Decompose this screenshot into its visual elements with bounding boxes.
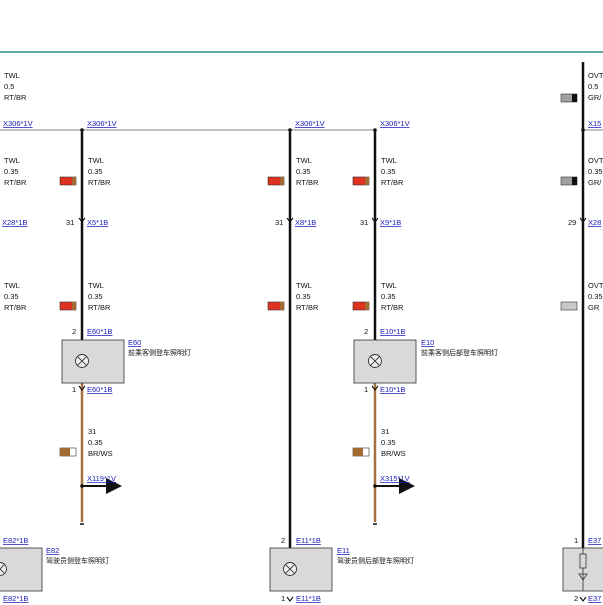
wire-label-group: TWL 0.35 RT/BR TWL 0.35 RT/BR TWL 0.35 R… xyxy=(4,281,603,312)
wire-name: TWL xyxy=(4,156,20,165)
wire-color: BR/WS xyxy=(381,449,406,458)
pin-number: 2 xyxy=(281,536,285,545)
connector-link-x119[interactable]: X119*1V xyxy=(87,474,116,483)
wire-name: OVT xyxy=(588,281,603,290)
pin-number: 1 xyxy=(364,385,368,394)
connector-link-e37-bottom[interactable]: E37 xyxy=(588,594,601,603)
wire-color: GR/ xyxy=(588,93,602,102)
wire-size: 0.35 xyxy=(296,167,311,176)
junction-dot xyxy=(581,128,585,132)
wire-name: TWL xyxy=(88,156,104,165)
junction-dot xyxy=(373,128,377,132)
wire-color: RT/BR xyxy=(88,178,111,187)
connector-link-x9[interactable]: X9*1B xyxy=(380,218,401,227)
wire-label-group: TWL 0.35 RT/BR TWL 0.35 RT/BR TWL 0.35 R… xyxy=(4,156,603,187)
wire-name: TWL xyxy=(381,281,397,290)
wire-name: TWL xyxy=(296,281,312,290)
pin-number: 2 xyxy=(364,327,368,336)
wire-name: TWL xyxy=(296,156,312,165)
junction-dot xyxy=(80,128,84,132)
connector-link-e82-top[interactable]: E82*1B xyxy=(3,536,28,545)
pin-number: 31 xyxy=(275,218,283,227)
wire-color: BR/WS xyxy=(88,449,113,458)
connector-link-x28-partial[interactable]: X28 xyxy=(588,218,601,227)
wire-color: RT/BR xyxy=(296,303,319,312)
wire-color: GR/ xyxy=(588,178,602,187)
pin-number: 31 xyxy=(66,218,74,227)
wire-size: 0.35 xyxy=(88,167,103,176)
connector-link-x306[interactable]: X306*1V xyxy=(3,119,33,128)
pin-number: 31 xyxy=(360,218,368,227)
connector-link-x306[interactable]: X306*1V xyxy=(380,119,410,128)
wiring-diagram: TWL 0.5 RT/BR OVT 0.5 GR/ X306*1V X306*1… xyxy=(0,51,603,603)
pin-number: 2 xyxy=(574,594,578,603)
connector-link-x315[interactable]: X315*1V xyxy=(380,474,410,483)
connector-y-symbol xyxy=(78,217,587,602)
wire-size: 0.35 xyxy=(4,167,19,176)
wire-color: RT/BR xyxy=(4,303,27,312)
wire-name: OVT xyxy=(588,71,603,80)
wire-name: TWL xyxy=(381,156,397,165)
connector-link-x28[interactable]: X28*1B xyxy=(2,218,27,227)
wire-size: 0.35 xyxy=(381,167,396,176)
pin-number: 1 xyxy=(281,594,285,603)
wire-color: RT/BR xyxy=(296,178,319,187)
connector-link-e60-bottom[interactable]: E60*1B xyxy=(87,385,112,394)
wire-name: TWL xyxy=(4,281,20,290)
component-desc-e82: 驾驶员侧登车照明灯 xyxy=(46,556,109,565)
connector-link-x15[interactable]: X15 xyxy=(588,119,601,128)
wire-size: 0.35 xyxy=(381,292,396,301)
junction-dot xyxy=(288,128,292,132)
wire-size: 0.5 xyxy=(588,82,598,91)
pin-number: 1 xyxy=(574,536,578,545)
component-link-e11[interactable]: E11 xyxy=(337,546,350,555)
component-desc-e11: 驾驶员侧后部登车照明灯 xyxy=(337,556,414,565)
lamp-e10-box[interactable] xyxy=(353,339,417,384)
connector-link-e10-bottom[interactable]: E10*1B xyxy=(380,385,405,394)
component-link-e10[interactable]: E10 xyxy=(421,338,434,347)
connector-link-e60-top[interactable]: E60*1B xyxy=(87,327,112,336)
component-link-e60[interactable]: E60 xyxy=(128,338,141,347)
wire-size: 0.35 xyxy=(296,292,311,301)
wire-size: 0.35 xyxy=(88,438,103,447)
wire-swatch-grey xyxy=(560,93,578,311)
wire-name: OVT xyxy=(588,156,603,165)
connector-link-e10-top[interactable]: E10*1B xyxy=(380,327,405,336)
connector-link-e82-bottom[interactable]: E82*1B xyxy=(3,594,28,603)
wire-name: 31 xyxy=(381,427,389,436)
connector-link-x306[interactable]: X306*1V xyxy=(87,119,117,128)
connector-link-x306[interactable]: X306*1V xyxy=(295,119,325,128)
wire-swatch-red xyxy=(59,176,370,311)
component-desc-e10: 前乘客侧后部登车照明灯 xyxy=(421,348,498,357)
wire-size: 0.5 xyxy=(4,82,14,91)
pin-number: 29 xyxy=(568,218,576,227)
lamp-e60-box[interactable] xyxy=(61,339,125,384)
wire-size: 0.35 xyxy=(588,167,603,176)
wire-name: TWL xyxy=(88,281,104,290)
wire-size: 0.35 xyxy=(88,292,103,301)
connector-link-x8[interactable]: X8*1B xyxy=(295,218,316,227)
wire-size: 0.35 xyxy=(588,292,603,301)
pin-number: 2 xyxy=(72,327,76,336)
wire-name: TWL xyxy=(4,71,20,80)
wire-size: 0.35 xyxy=(381,438,396,447)
wire-color: RT/BR xyxy=(381,178,404,187)
wire-color: RT/BR xyxy=(4,178,27,187)
component-e37-box[interactable] xyxy=(562,547,603,592)
connector-link-e37-top[interactable]: E37 xyxy=(588,536,601,545)
lamp-e11-box[interactable] xyxy=(269,547,333,592)
wire-color: RT/BR xyxy=(88,303,111,312)
component-link-e82[interactable]: E82 xyxy=(46,546,59,555)
wire-color: GR xyxy=(588,303,600,312)
connector-link-e11-top[interactable]: E11*1B xyxy=(296,536,321,545)
connector-link-x5[interactable]: X5*1B xyxy=(87,218,108,227)
component-desc-e60: 前乘客侧登车照明灯 xyxy=(128,348,191,357)
pin-number: 1 xyxy=(72,385,76,394)
connector-link-e11-bottom[interactable]: E11*1B xyxy=(296,594,321,603)
wire-color: RT/BR xyxy=(4,93,27,102)
wire-size: 0.35 xyxy=(4,292,19,301)
wire-name: 31 xyxy=(88,427,96,436)
lamp-e82-box[interactable] xyxy=(0,547,43,592)
wire-color: RT/BR xyxy=(381,303,404,312)
